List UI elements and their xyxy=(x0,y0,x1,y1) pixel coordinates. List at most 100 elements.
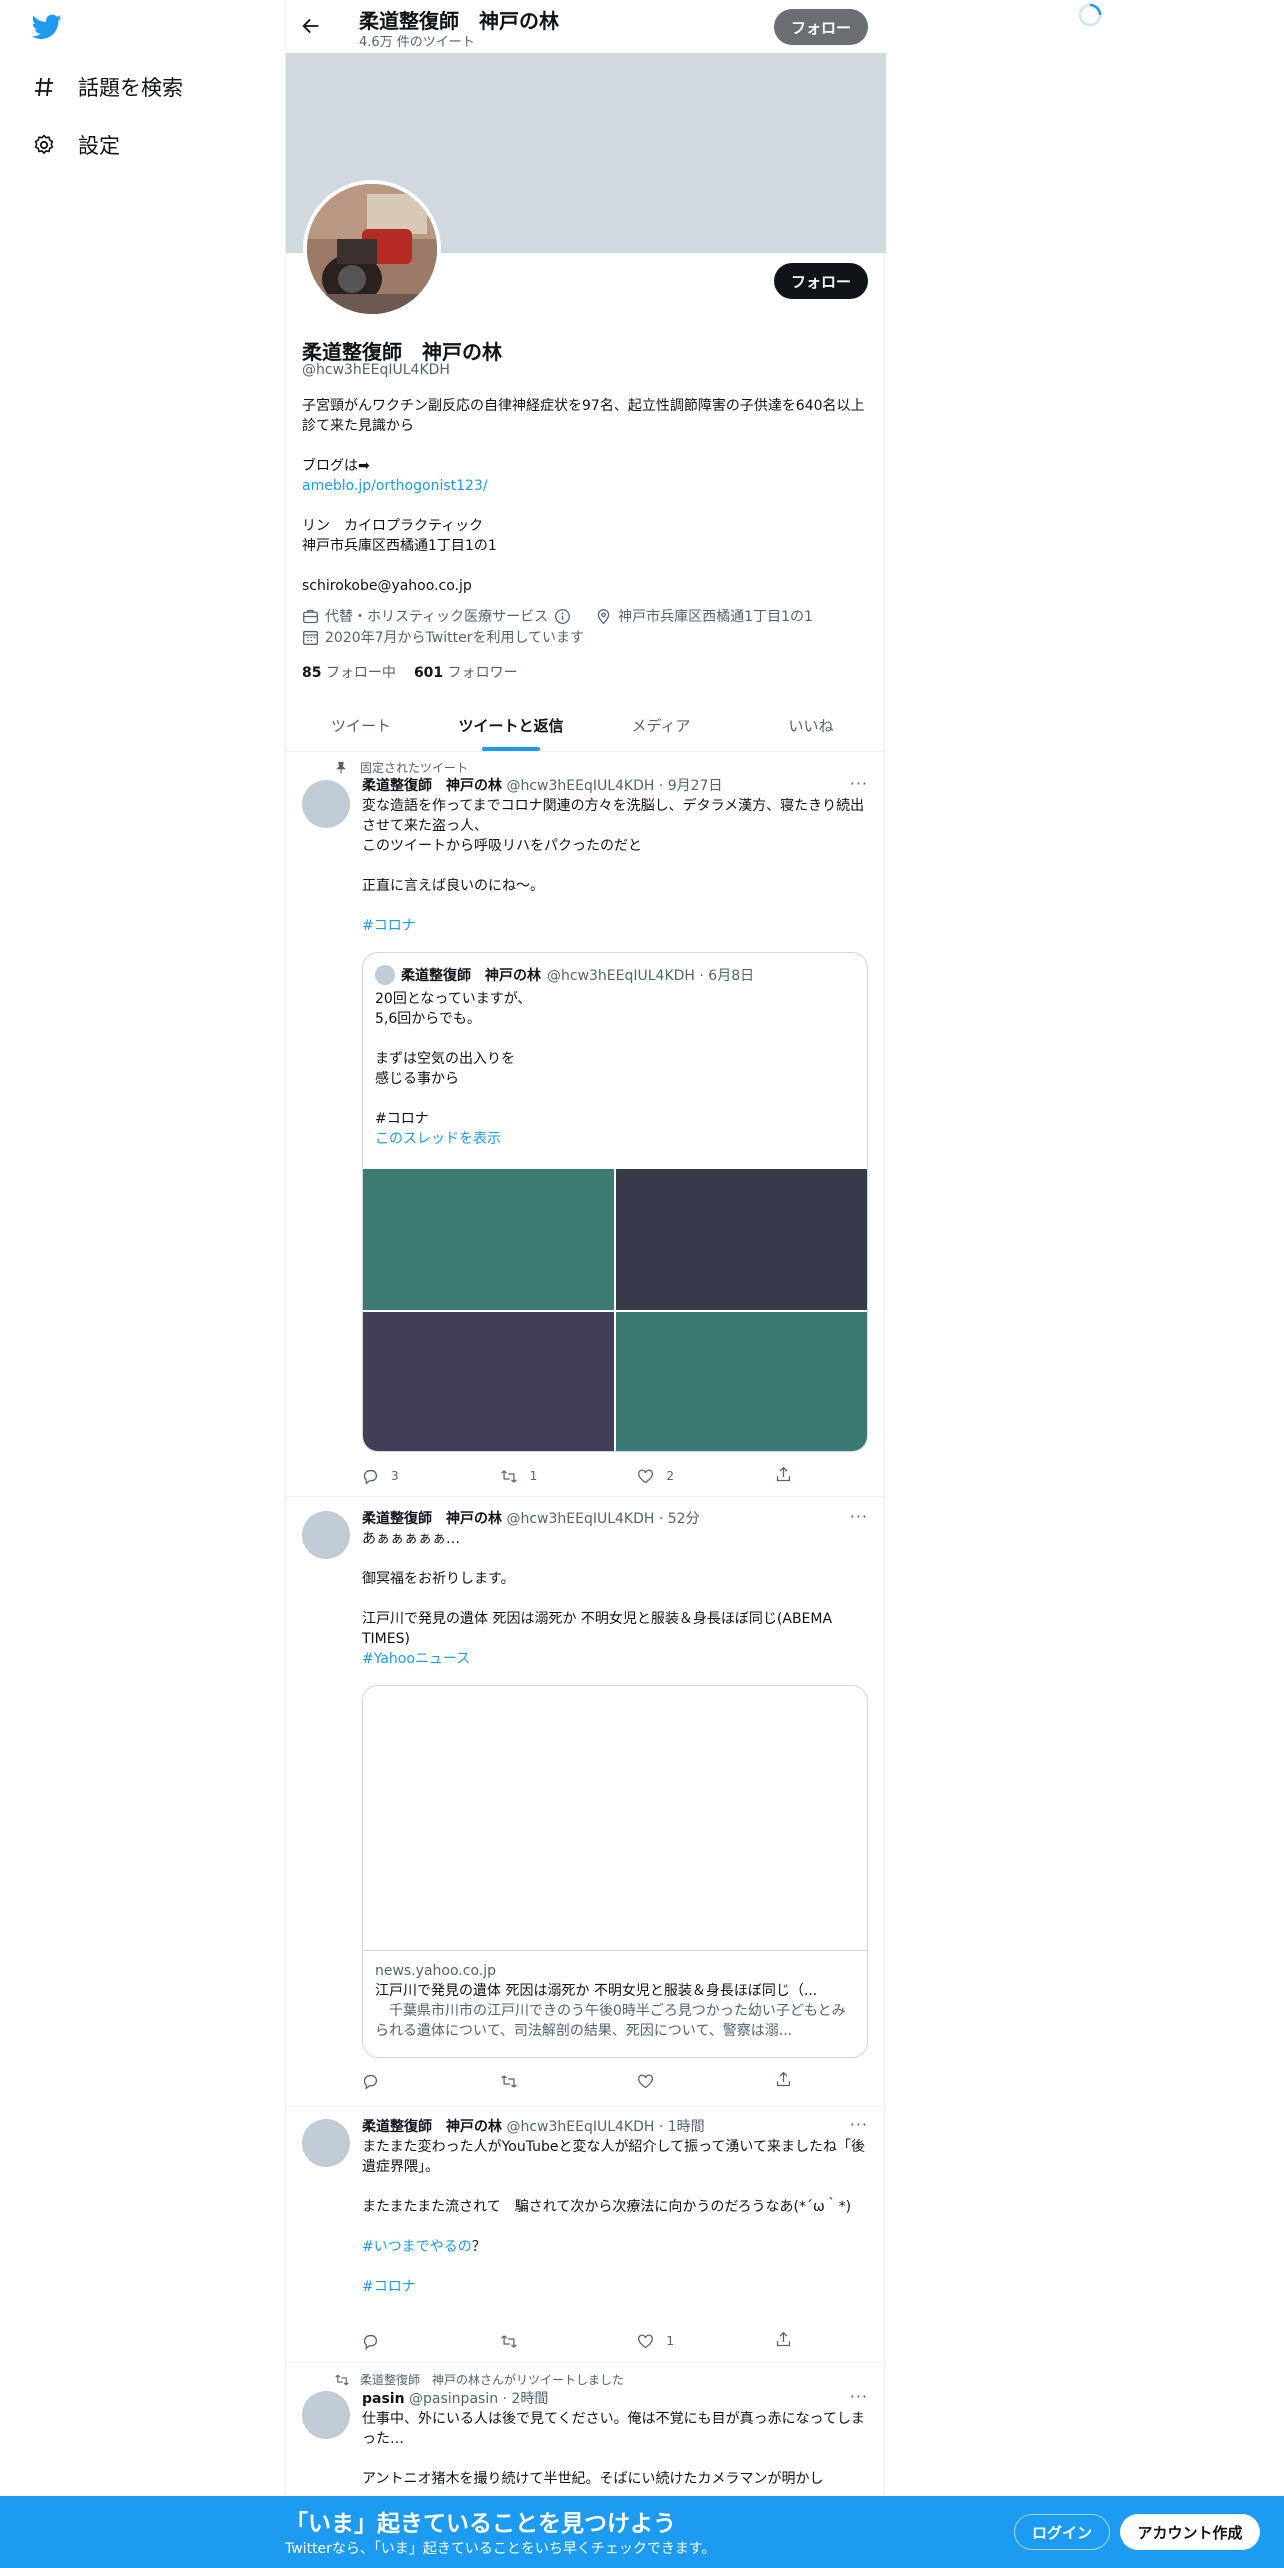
tab-media[interactable]: メディア xyxy=(586,700,736,751)
login-button[interactable]: ログイン xyxy=(1014,2514,1110,2550)
heart-icon xyxy=(637,1468,654,1485)
signup-prompt-title: 「いま」起きていることを見つけよう xyxy=(285,2511,676,2537)
show-thread-link[interactable]: このスレッドを表示 xyxy=(375,1129,531,1149)
followers-link[interactable]: 601 フォロワー xyxy=(414,662,518,682)
main-column: 柔道整復師 神戸の林 4.6万 件のツイート フォロー フォロー 柔道整復師 神… xyxy=(285,0,886,2568)
hashtag-link[interactable]: #コロナ xyxy=(362,2277,868,2297)
avatar[interactable] xyxy=(302,1511,350,1559)
profile-avatar[interactable] xyxy=(303,180,441,318)
signup-prompt-subtitle: Twitterなら、「いま」起きていることをいち早くチェックできます。 xyxy=(285,2541,716,2557)
tweet-author-name[interactable]: pasin xyxy=(362,2391,405,2407)
pin-icon xyxy=(334,761,348,775)
tab-tweets-and-replies[interactable]: ツイートと返信 xyxy=(436,700,586,751)
tweet-actions: 3 1 2 xyxy=(362,1466,792,1486)
tweet-body: 柔道整復師 神戸の林 @hcw3hEEqIUL4KDH · 1時間 またまた変わ… xyxy=(362,2117,868,2297)
loading-spinner-icon xyxy=(1077,2,1103,28)
info-icon[interactable] xyxy=(554,608,571,625)
following-link[interactable]: 85 フォロー中 xyxy=(302,662,396,682)
share-button[interactable] xyxy=(775,2071,792,2091)
tweet-body: pasin @pasinpasin · 2時間 仕事中、外にいる人は後で見てくだ… xyxy=(362,2389,868,2489)
tweet-text: またまた変わった人がYouTubeと変な人が紹介して振って湧いて来ましたね「後遺… xyxy=(362,2139,865,2175)
reply-button[interactable]: 3 xyxy=(362,1466,500,1486)
bio-email: schirokobe@yahoo.co.jp xyxy=(302,578,472,594)
tweet-meta[interactable]: @hcw3hEEqIUL4KDH · 1時間 xyxy=(506,2119,704,2135)
avatar[interactable] xyxy=(302,780,350,828)
tweet-meta[interactable]: @hcw3hEEqIUL4KDH · 9月27日 xyxy=(506,778,722,794)
quote-avatar xyxy=(375,965,395,985)
following-label: フォロー中 xyxy=(325,665,396,681)
media-image[interactable] xyxy=(616,1169,867,1310)
profile-tabs: ツイート ツイートと返信 メディア いいね xyxy=(286,700,886,752)
retweet-count: 1 xyxy=(529,1469,538,1483)
tweet-actions: 1 xyxy=(362,2331,792,2351)
link-card-image xyxy=(363,1686,867,1951)
bio-clinic: リン カイロプラクティック xyxy=(302,518,484,534)
tab-likes[interactable]: いいね xyxy=(736,700,886,751)
link-card[interactable]: news.yahoo.co.jp 江戸川で発見の遺体 死因は溺死か 不明女児と服… xyxy=(362,1685,868,2058)
tweet-author-name[interactable]: 柔道整復師 神戸の林 xyxy=(362,2119,502,2135)
followers-label: フォロワー xyxy=(447,665,518,681)
hashtag-icon xyxy=(32,75,56,99)
tweet[interactable]: ··· 柔道整復師 神戸の林 @hcw3hEEqIUL4KDH · 52分 あぁ… xyxy=(286,1497,886,2107)
retweet-icon xyxy=(500,1468,518,1485)
hashtag-link[interactable]: #いつまでやるの xyxy=(362,2239,472,2255)
quote-body: 20回となっていますが、 5,6回からでも。 まずは空気の出入りを 感じる事から… xyxy=(375,989,531,1149)
profile-handle: @hcw3hEEqIUL4KDH xyxy=(302,362,450,378)
tweet[interactable]: ··· 柔道整復師 神戸の林 @hcw3hEEqIUL4KDH · 1時間 また… xyxy=(286,2107,886,2363)
like-button[interactable]: 2 xyxy=(637,1466,775,1486)
profile-follow-button[interactable]: フォロー xyxy=(774,263,868,299)
reply-icon xyxy=(362,2073,379,2090)
nav-settings-label: 設定 xyxy=(78,134,120,158)
tweet-author-name[interactable]: 柔道整復師 神戸の林 xyxy=(362,1511,502,1527)
briefcase-icon xyxy=(302,608,319,625)
signup-button[interactable]: アカウント作成 xyxy=(1120,2514,1260,2550)
avatar[interactable] xyxy=(302,2391,350,2439)
tweet-pinned[interactable]: 固定されたツイート ··· 柔道整復師 神戸の林 @hcw3hEEqIUL4KD… xyxy=(286,752,886,1497)
profile-location: 神戸市兵庫区西橘通1丁目1の1 xyxy=(618,609,813,625)
like-button[interactable]: 1 xyxy=(637,2331,775,2351)
avatar[interactable] xyxy=(302,2119,350,2167)
bio-blog-link[interactable]: ameblo.jp/orthogonist123/ xyxy=(302,476,870,496)
tweet-text: 御冥福をお祈りします。 xyxy=(362,1571,515,1587)
retweet-button[interactable] xyxy=(500,2331,638,2351)
like-button[interactable] xyxy=(637,2071,775,2091)
tweet-text: 正直に言えば良いのにね〜。 xyxy=(362,878,544,894)
media-image[interactable] xyxy=(363,1312,614,1451)
quote-meta: @hcw3hEEqIUL4KDH · 6月8日 xyxy=(547,968,755,984)
retweet-icon xyxy=(334,2373,350,2387)
hashtag-link[interactable]: #Yahooニュース xyxy=(362,1649,868,1669)
tweet-text: 仕事中、外にいる人は後で見てください。俺は不覚にも目が真っ赤になってしまった… xyxy=(362,2411,865,2447)
reply-button[interactable] xyxy=(362,2331,500,2351)
retweet-indicator: 柔道整復師 神戸の林さんがリツイートしました xyxy=(334,2371,624,2388)
media-image[interactable] xyxy=(616,1312,867,1451)
media-image[interactable] xyxy=(363,1169,614,1310)
nav-settings[interactable]: 設定 xyxy=(32,130,120,160)
share-button[interactable] xyxy=(775,1466,792,1486)
pinned-indicator: 固定されたツイート xyxy=(334,759,468,776)
tweet-text: このツイートから呼吸リハをパクったのだと xyxy=(362,838,642,854)
tab-tweets[interactable]: ツイート xyxy=(286,700,436,751)
follow-counts: 85 フォロー中 601 フォロワー xyxy=(302,662,518,682)
share-icon xyxy=(775,2071,792,2088)
tweet-actions xyxy=(362,2071,792,2091)
reply-button[interactable] xyxy=(362,2071,500,2091)
share-button[interactable] xyxy=(775,2331,792,2351)
tweet-author-name[interactable]: 柔道整復師 神戸の林 xyxy=(362,778,502,794)
quote-text: まずは空気の出入りを xyxy=(375,1051,515,1067)
tweet-meta[interactable]: @pasinpasin · 2時間 xyxy=(409,2391,548,2407)
quoted-tweet[interactable]: 柔道整復師 神戸の林 @hcw3hEEqIUL4KDH · 6月8日 20回とな… xyxy=(362,952,868,1452)
quote-text: 感じる事から xyxy=(375,1071,459,1087)
retweet-button[interactable] xyxy=(500,2071,638,2091)
twitter-logo-icon[interactable] xyxy=(32,14,62,40)
nav-explore[interactable]: 話題を検索 xyxy=(32,72,183,102)
header-follow-button[interactable]: フォロー xyxy=(774,9,868,45)
share-icon xyxy=(775,1466,792,1483)
like-count: 2 xyxy=(666,1469,674,1483)
hashtag-suffix: ？ xyxy=(471,2239,486,2255)
retweet-button[interactable]: 1 xyxy=(500,1466,638,1486)
tweet-text: アントニオ猪木を撮り続けて半世紀。そばにい続けたカメラマンが明かし xyxy=(362,2471,824,2487)
back-arrow-icon[interactable] xyxy=(300,15,322,37)
hashtag-link[interactable]: #コロナ xyxy=(362,916,868,936)
profile-joined: 2020年7月からTwitterを利用しています xyxy=(302,627,584,647)
tweet-meta[interactable]: @hcw3hEEqIUL4KDH · 52分 xyxy=(506,1511,699,1527)
